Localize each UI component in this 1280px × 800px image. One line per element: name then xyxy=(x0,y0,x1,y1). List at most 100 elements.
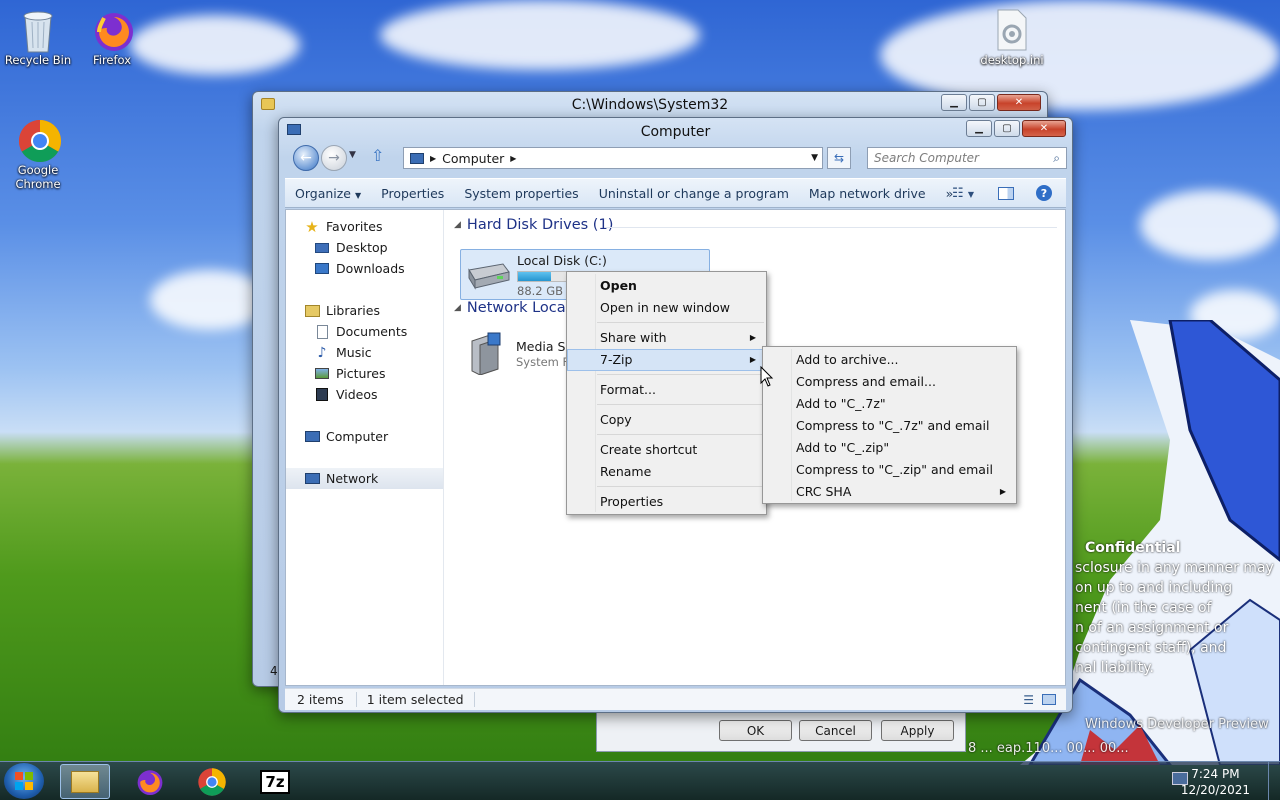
back-button[interactable]: ← xyxy=(293,145,319,171)
menu-label: Compress and email... xyxy=(796,374,936,389)
taskbar-chrome-button[interactable] xyxy=(187,764,237,799)
pictures-icon xyxy=(314,367,330,381)
nav-item-computer[interactable]: Computer xyxy=(286,426,443,447)
desktop-icon-google-chrome[interactable]: Google Chrome xyxy=(0,118,76,191)
address-bar[interactable]: ▶ Computer ▶ ▼ xyxy=(403,147,823,169)
view-options-icon[interactable]: ☷ ▼ xyxy=(952,186,974,201)
breadcrumb-computer[interactable]: Computer xyxy=(442,151,504,166)
map-network-drive-button[interactable]: Map network drive xyxy=(799,186,936,201)
apply-button[interactable]: Apply xyxy=(881,720,954,741)
maximize-button[interactable]: ▢ xyxy=(969,94,995,111)
taskbar-7zip-button[interactable]: 7z xyxy=(250,764,300,799)
desktop-icon-desktop-ini[interactable]: desktop.ini xyxy=(974,8,1050,67)
desktop-icon-firefox[interactable]: Firefox xyxy=(74,8,150,67)
nav-item-network[interactable]: Network xyxy=(286,468,443,489)
confidential-title: Confidential xyxy=(1085,540,1181,556)
submenu-item-crc-sha[interactable]: CRC SHA ▶ xyxy=(763,481,1016,503)
details-view-icon[interactable]: ☰ xyxy=(1023,693,1034,707)
nav-item-libraries[interactable]: Libraries xyxy=(286,300,443,321)
group-header-hard-disks[interactable]: ◢ Hard Disk Drives (1) xyxy=(454,217,613,233)
menu-separator xyxy=(597,404,764,405)
menu-label: Create shortcut xyxy=(600,442,698,457)
organize-menu[interactable]: Organize ▼ xyxy=(285,186,371,201)
address-dropdown-icon[interactable]: ▼ xyxy=(811,153,818,163)
search-icon[interactable]: ⌕ xyxy=(1053,151,1060,166)
minimize-icon: ▁ xyxy=(950,97,958,108)
search-box[interactable]: Search Computer ⌕ xyxy=(867,147,1067,169)
breadcrumb-separator-icon: ▶ xyxy=(510,153,517,163)
videos-icon xyxy=(314,388,330,402)
properties-button[interactable]: Properties xyxy=(371,186,454,201)
desktop-icon-recycle-bin[interactable]: Recycle Bin xyxy=(0,8,76,67)
nav-item-pictures[interactable]: Pictures xyxy=(286,363,443,384)
up-arrow-icon[interactable]: ⇧ xyxy=(371,146,384,165)
group-header-network-locations[interactable]: ◢ Network Locati xyxy=(454,300,575,316)
ok-button[interactable]: OK xyxy=(719,720,792,741)
nav-item-downloads[interactable]: Downloads xyxy=(286,258,443,279)
close-button[interactable]: ✕ xyxy=(997,94,1041,111)
minimize-icon: ▁ xyxy=(975,123,983,134)
minimize-button[interactable]: ▁ xyxy=(941,94,967,111)
large-icons-view-icon[interactable] xyxy=(1042,694,1056,705)
menu-item-share-with[interactable]: Share with ▶ xyxy=(567,327,766,349)
menu-item-properties[interactable]: Properties xyxy=(567,491,766,513)
menu-item-format[interactable]: Format... xyxy=(567,379,766,401)
breadcrumb-separator-icon: ▶ xyxy=(430,153,437,163)
submenu-item-add-zip[interactable]: Add to "C_.zip" xyxy=(763,437,1016,459)
nav-item-music[interactable]: ♪ Music xyxy=(286,342,443,363)
submenu-item-add-archive[interactable]: Add to archive... xyxy=(763,349,1016,371)
taskbar-firefox-button[interactable] xyxy=(125,764,175,799)
caption-buttons: ▁ ▢ ✕ xyxy=(966,120,1066,137)
menu-separator xyxy=(597,486,764,487)
preview-pane-icon[interactable] xyxy=(998,186,1014,200)
computer-icon xyxy=(410,152,424,164)
7zip-submenu: Add to archive... Compress and email... … xyxy=(762,346,1017,504)
side-digit: 4 xyxy=(270,664,278,678)
cancel-button[interactable]: Cancel xyxy=(799,720,872,741)
refresh-button[interactable]: ⇆ xyxy=(827,147,851,169)
confidential-notice: Confidential sclosure in any manner may … xyxy=(1075,538,1280,678)
submenu-item-compress-7z-email[interactable]: Compress to "C_.7z" and email xyxy=(763,415,1016,437)
menu-item-open[interactable]: Open xyxy=(567,275,766,297)
confidential-line: contingent staff), and xyxy=(1075,640,1227,656)
confidential-line: nal liability. xyxy=(1075,660,1154,676)
menu-item-copy[interactable]: Copy xyxy=(567,409,766,431)
system-properties-button[interactable]: System properties xyxy=(454,186,588,201)
close-icon: ✕ xyxy=(1039,123,1049,134)
taskbar-explorer-button[interactable] xyxy=(60,764,110,799)
close-button[interactable]: ✕ xyxy=(1022,120,1066,137)
watermark-line: 8 ... eap.110... 00... 00... xyxy=(968,741,1129,756)
start-button[interactable] xyxy=(4,763,44,799)
maximize-button[interactable]: ▢ xyxy=(994,120,1020,137)
nav-label: Pictures xyxy=(336,366,386,381)
desktop-icon xyxy=(314,241,330,255)
collapse-triangle-icon: ◢ xyxy=(454,220,461,230)
system-clock[interactable]: 7:24 PM 12/20/2021 xyxy=(1181,766,1250,798)
minimize-button[interactable]: ▁ xyxy=(966,120,992,137)
menu-label: Add to archive... xyxy=(796,352,899,367)
uninstall-program-button[interactable]: Uninstall or change a program xyxy=(589,186,799,201)
chevron-down-icon: ▼ xyxy=(354,190,362,200)
menu-item-7zip[interactable]: 7-Zip ▶ xyxy=(567,349,766,371)
menu-item-rename[interactable]: Rename xyxy=(567,461,766,483)
nav-item-favorites[interactable]: ★ Favorites xyxy=(286,216,443,237)
submenu-item-add-7z[interactable]: Add to "C_.7z" xyxy=(763,393,1016,415)
menu-item-create-shortcut[interactable]: Create shortcut xyxy=(567,439,766,461)
menu-item-open-new-window[interactable]: Open in new window xyxy=(567,297,766,319)
help-icon[interactable]: ? xyxy=(1036,185,1052,201)
menu-label: Compress to "C_.zip" and email xyxy=(796,462,993,477)
search-input[interactable]: Search Computer xyxy=(874,151,979,165)
recent-pages-chevron-icon[interactable]: ▼ xyxy=(349,150,356,160)
show-desktop-button[interactable] xyxy=(1268,762,1280,800)
forward-button[interactable]: → xyxy=(321,145,347,171)
menu-separator xyxy=(597,434,764,435)
submenu-item-compress-zip-email[interactable]: Compress to "C_.zip" and email xyxy=(763,459,1016,481)
wallpaper-cloud xyxy=(130,15,300,75)
nav-item-desktop[interactable]: Desktop xyxy=(286,237,443,258)
command-bar: Organize ▼ Properties System properties … xyxy=(285,178,1066,208)
nav-item-videos[interactable]: Videos xyxy=(286,384,443,405)
menu-label: Rename xyxy=(600,464,652,479)
nav-label: Documents xyxy=(336,324,408,339)
nav-item-documents[interactable]: Documents xyxy=(286,321,443,342)
submenu-item-compress-email[interactable]: Compress and email... xyxy=(763,371,1016,393)
